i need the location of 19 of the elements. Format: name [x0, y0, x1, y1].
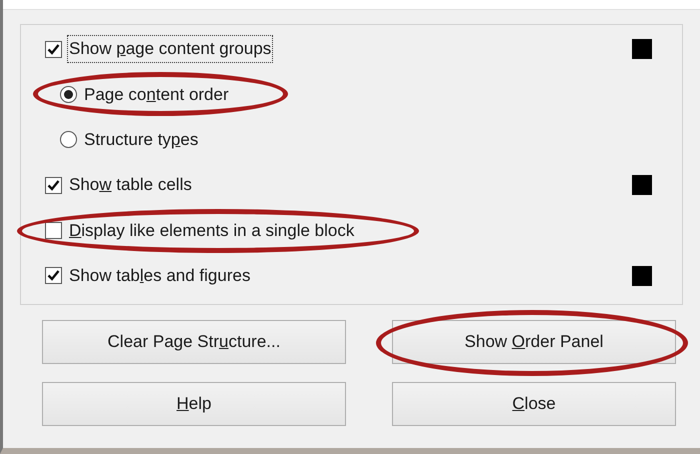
- dialog-button[interactable]: Clear Page Structure...: [42, 320, 346, 364]
- dialog-button[interactable]: Show Order Panel: [392, 320, 676, 364]
- dialog-button[interactable]: Close: [392, 382, 676, 426]
- radio-button[interactable]: [60, 86, 77, 103]
- checkbox[interactable]: [45, 176, 62, 194]
- checkbox[interactable]: [45, 222, 62, 240]
- color-swatch[interactable]: [632, 175, 652, 196]
- color-swatch[interactable]: [632, 39, 652, 59]
- checkbox[interactable]: [45, 267, 62, 284]
- checkbox[interactable]: [45, 40, 62, 58]
- option-label: Structure types: [83, 129, 200, 152]
- color-swatch[interactable]: [632, 266, 652, 286]
- option-label: Show table cells: [68, 174, 193, 196]
- dialog-button[interactable]: Help: [42, 382, 346, 426]
- radio-button[interactable]: [60, 131, 77, 148]
- option-label: Display like elements in a single block: [68, 220, 356, 242]
- option-label: Show tables and figures: [68, 265, 252, 288]
- option-label: Show page content groups: [68, 36, 272, 62]
- option-label: Page content order: [83, 84, 230, 106]
